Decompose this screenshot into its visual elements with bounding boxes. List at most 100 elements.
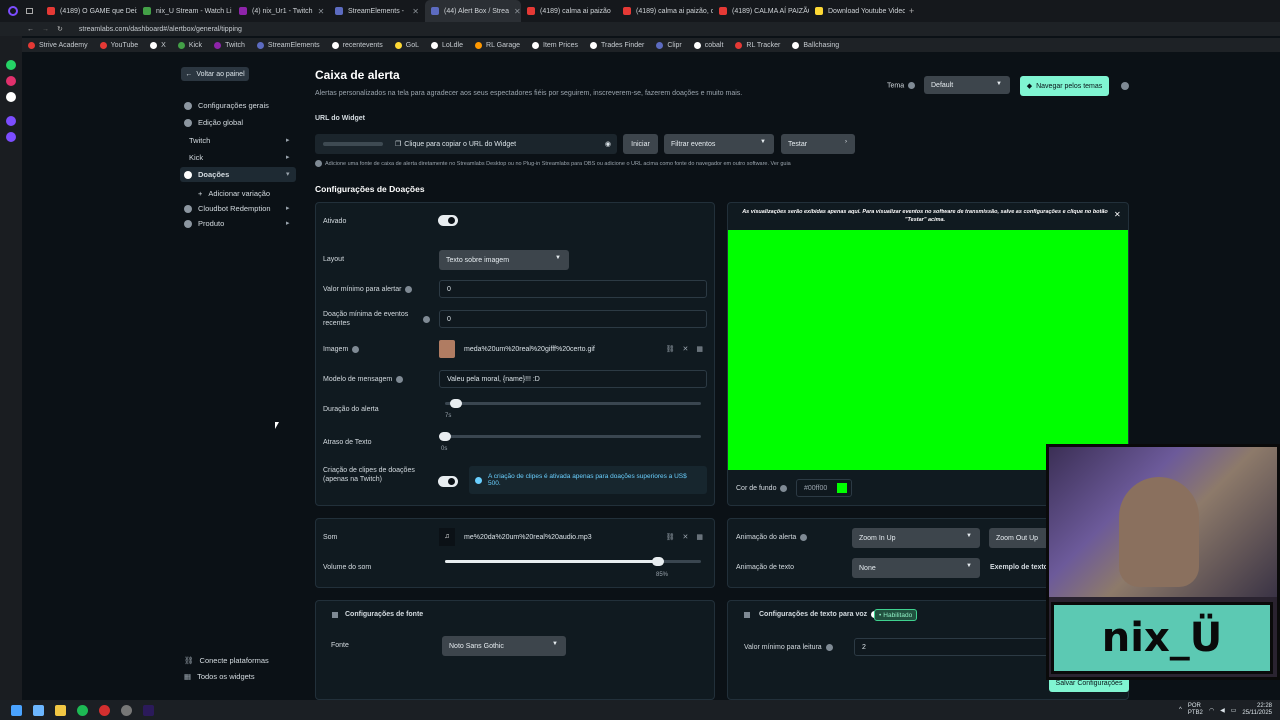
back-arrow-icon[interactable]: ← [27,26,34,33]
clock[interactable]: 22:28 25/11/2025 [1242,703,1272,717]
url-text[interactable]: streamlabs.com/dashboard#/alertbox/gener… [79,26,242,33]
bookmark-item[interactable]: GoL [394,41,419,49]
collapse-icon[interactable] [332,612,338,618]
bookmark-item[interactable]: RL Tracker [735,41,780,49]
sidebar-item-add-variation[interactable]: + Adicionar variação [198,189,270,198]
min-alert-input[interactable]: 0 [439,280,707,298]
start-button[interactable]: Iniciar [623,134,658,154]
bookmark-item[interactable]: LoLdle [430,41,463,49]
volume-slider-knob[interactable] [652,557,665,566]
wifi-icon[interactable]: ◠ [1209,707,1214,714]
all-widgets-link[interactable]: ▦ Todos os widgets [184,672,255,681]
close-tab-icon[interactable]: ✕ [412,7,419,16]
battery-icon[interactable]: ▭ [1231,707,1237,714]
tab-grid-icon[interactable] [26,8,33,14]
page-subtitle: Alertas personalizados na tela para agra… [315,90,743,97]
close-tab-icon[interactable]: ✕ [514,7,521,16]
clips-toggle[interactable] [438,476,458,487]
image-file-row[interactable]: meda%20um%20real%20gifff%20certo.gif ⛓ ✕… [439,339,707,359]
browser-tab[interactable]: (4) nix_Ur1 - Twitch ✕ [233,0,329,22]
close-icon[interactable]: ✕ [683,345,689,353]
text-delay-slider-knob[interactable] [439,432,451,441]
text-delay-slider-track[interactable] [439,435,701,438]
reload-icon[interactable]: ↻ [57,25,63,33]
browser-tab[interactable]: (44) Alert Box / Strea ✕ [425,0,521,22]
bookmark-item[interactable]: X [150,41,166,49]
eye-icon[interactable]: ◉ [605,140,611,148]
font-select[interactable]: Noto Sans Gothic ▼ [442,636,566,656]
bookmark-item[interactable]: Clipr [656,41,682,49]
bookmark-item[interactable]: YouTube [99,41,138,49]
volume-icon[interactable]: ◀ [1220,707,1225,714]
gallery-icon[interactable]: ▦ [696,345,703,353]
bookmark-item[interactable]: Ballchasing [792,41,839,49]
widget-url-field[interactable]: ❐ Clique para copiar o URL do Widget ◉ [315,134,617,154]
opera-icon[interactable] [99,704,110,716]
test-button[interactable]: Testar › [781,134,855,154]
bookmark-item[interactable]: cobalt [693,41,723,49]
bookmark-item[interactable]: recentevents [331,41,383,49]
premiere-icon[interactable] [143,704,154,716]
settings-icon[interactable] [6,132,16,142]
sidebar-item-product[interactable]: Produto [184,219,224,228]
bookmark-item[interactable]: Item Prices [532,41,578,49]
dot-icon: • [879,611,882,619]
bookmark-item[interactable]: StreamElements [256,41,320,49]
collapse-icon[interactable] [744,612,750,618]
language-indicator[interactable]: POR PTB2 [1188,703,1203,717]
bg-color-swatch[interactable] [837,483,847,493]
browser-tab[interactable]: (4189) CALMA AÍ PAIZÃC✕ [713,0,809,22]
browser-tab[interactable]: Download Youtube Video✕ [809,0,905,22]
close-icon[interactable]: ✕ [683,533,689,541]
link-icon[interactable]: ⛓ [666,533,675,541]
sidebar-item-global-edit[interactable]: Edição global [184,118,243,127]
link-icon[interactable]: ⛓ [666,345,675,353]
forward-arrow-icon[interactable]: → [42,26,49,33]
theme-select[interactable]: Default ▼ [924,76,1010,94]
close-preview-icon[interactable]: ✕ [1114,210,1121,219]
windows-start-icon[interactable] [11,704,22,716]
bookmark-favicon-icon [256,41,264,49]
sidebar-item-kick[interactable]: Kick [189,153,203,162]
browse-themes-button[interactable]: ◆ Navegar pelos temas [1020,76,1109,96]
layout-select[interactable]: Texto sobre imagem ▼ [439,250,569,270]
sidebar-item-cloudbot[interactable]: Cloudbot Redemption [184,204,271,213]
bookmark-item[interactable]: Kick [177,41,202,49]
sidebar-item-general[interactable]: Configurações gerais [184,101,269,110]
instagram-icon[interactable] [6,76,16,86]
duration-slider-knob[interactable] [449,399,462,408]
text-animation-select[interactable]: None ▼ [852,558,980,578]
spotify-icon[interactable] [77,704,88,716]
whatsapp-icon[interactable] [6,60,16,70]
bookmark-item[interactable]: Strive Academy [28,41,88,49]
obs-icon[interactable] [121,704,132,716]
browser-tab[interactable]: (4189) calma ai paizão✕ [521,0,617,22]
close-tab-icon[interactable]: ✕ [318,7,325,16]
x-icon[interactable] [6,92,16,102]
duration-slider-track[interactable] [445,402,701,405]
bookmark-item[interactable]: RL Garage [475,41,520,49]
min-recent-input[interactable]: 0 [439,310,707,328]
sidebar-item-twitch[interactable]: Twitch [189,136,210,145]
message-template-input[interactable]: Valeu pela moral, {name}!!! :D [439,370,707,388]
gallery-icon[interactable]: ▦ [696,533,703,541]
bookmark-item[interactable]: Twitch [214,41,245,49]
browser-tab[interactable]: nix_U Stream - Watch Li✕ [137,0,233,22]
browser-logo-icon[interactable] [8,6,18,16]
filter-events-select[interactable]: Filtrar eventos ▼ [664,134,774,154]
bookmark-item[interactable]: Trades Finder [590,41,644,49]
browser-tab[interactable]: (4189) O GAME que Deix✕ [41,0,137,22]
browser-tab[interactable]: (4189) calma ai paizão, c✕ [617,0,713,22]
alert-animation-in-select[interactable]: Zoom In Up ▼ [852,528,980,548]
help-icon[interactable] [1121,82,1129,90]
chevron-up-icon[interactable]: ^ [1179,707,1182,713]
browser-tab[interactable]: StreamElements - ✕ [329,0,425,22]
file-explorer-icon[interactable] [55,704,66,716]
browser-icon[interactable] [33,704,44,716]
new-tab-button[interactable]: + [909,6,914,16]
back-to-dashboard-button[interactable]: ← Voltar ao painel [181,67,249,81]
messenger-icon[interactable] [6,116,16,126]
connect-platforms-link[interactable]: ⛓ Conecte plataformas [184,656,269,665]
enabled-toggle[interactable] [438,215,458,226]
sound-file-row[interactable]: ♫ me%20da%20um%20real%20audio.mp3 ⛓ ✕ ▦ [439,527,707,547]
